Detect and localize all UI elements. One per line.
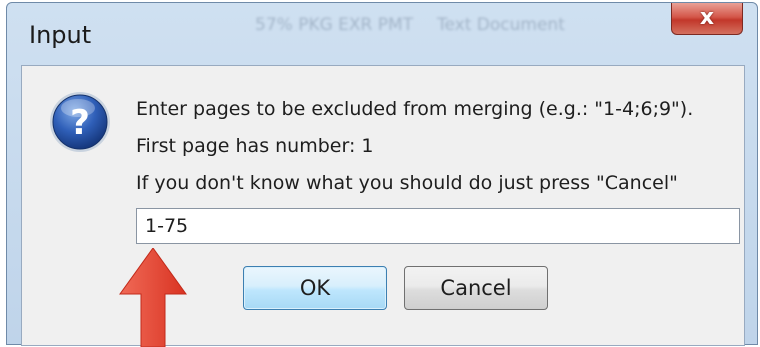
instruction-text: Enter pages to be excluded from merging … bbox=[136, 98, 694, 120]
cancel-hint: If you don't know what you should do jus… bbox=[136, 172, 678, 194]
pages-input[interactable] bbox=[136, 208, 740, 244]
screenshot-stage: Input 57% PKG EXR PMT Text Document x ? … bbox=[0, 0, 760, 347]
background-window-text: Text Document bbox=[437, 15, 565, 35]
background-window-text: 57% PKG EXR PMT bbox=[255, 15, 414, 35]
svg-text:?: ? bbox=[70, 103, 90, 143]
close-icon: x bbox=[699, 5, 715, 30]
dialog-title: Input bbox=[29, 21, 92, 49]
title-bar[interactable]: Input 57% PKG EXR PMT Text Document x bbox=[7, 3, 757, 65]
first-page-info: First page has number: 1 bbox=[136, 135, 374, 157]
question-icon: ? bbox=[50, 92, 110, 152]
cancel-button[interactable]: Cancel bbox=[404, 266, 548, 310]
ok-button[interactable]: OK bbox=[243, 266, 387, 310]
red-arrow-annotation bbox=[119, 248, 187, 347]
close-button[interactable]: x bbox=[671, 3, 743, 35]
